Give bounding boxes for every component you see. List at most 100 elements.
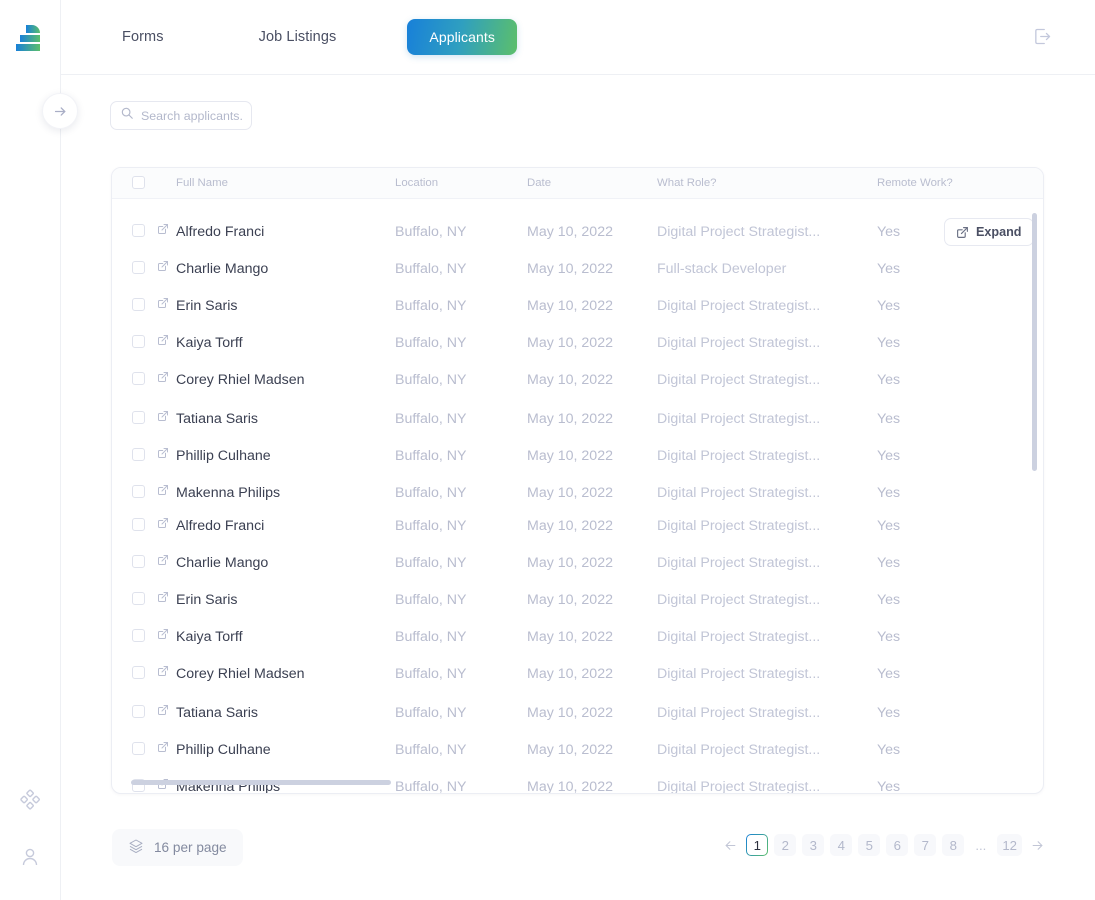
cell-what-role: Digital Project Strategist... bbox=[657, 484, 821, 501]
cell-what-role: Digital Project Strategist... bbox=[657, 704, 821, 721]
table-row[interactable]: Phillip Culhane Buffalo, NY May 10, 2022 Di… bbox=[112, 731, 1043, 768]
row-checkbox[interactable] bbox=[132, 518, 145, 535]
external-link-icon[interactable] bbox=[157, 410, 169, 426]
tab-applicants[interactable]: Applicants bbox=[407, 19, 517, 55]
pagination-page-2[interactable]: 2 bbox=[774, 834, 797, 856]
external-link-icon[interactable] bbox=[157, 371, 169, 387]
table-row[interactable]: Phillip Culhane Buffalo, NY May 10, 2022 Di… bbox=[112, 437, 1043, 474]
pagination-page-6[interactable]: 6 bbox=[886, 834, 909, 856]
row-checkbox[interactable] bbox=[132, 485, 145, 502]
cell-date: May 10, 2022 bbox=[527, 223, 613, 240]
external-link-icon[interactable] bbox=[157, 260, 169, 276]
table-row[interactable]: Corey Rhiel Madsen Buffalo, NY May 10, 202… bbox=[112, 361, 1043, 398]
external-link-icon[interactable] bbox=[157, 591, 169, 607]
table-row[interactable]: Kaiya Torff Buffalo, NY May 10, 2022 Digita… bbox=[112, 618, 1043, 655]
sidebar-expand-button[interactable] bbox=[42, 93, 78, 129]
tab-job-listings[interactable]: Job Listings bbox=[243, 20, 353, 54]
cell-full-name[interactable]: Kaiya Torff bbox=[176, 629, 243, 645]
row-checkbox[interactable] bbox=[132, 411, 145, 428]
table-row[interactable]: Charlie Mango Buffalo, NY May 10, 2022 Digi… bbox=[112, 544, 1043, 581]
logout-icon[interactable] bbox=[1032, 26, 1053, 52]
cell-full-name[interactable]: Corey Rhiel Madsen bbox=[176, 666, 305, 682]
row-checkbox[interactable] bbox=[132, 372, 145, 389]
pagination-page-3[interactable]: 3 bbox=[802, 834, 825, 856]
table-row[interactable]: Makenna Philips Buffalo, NY May 10, 2022 Di… bbox=[112, 474, 1043, 511]
external-link-icon[interactable] bbox=[157, 665, 169, 681]
row-checkbox[interactable] bbox=[132, 224, 145, 241]
external-link-icon[interactable] bbox=[157, 484, 169, 500]
search-input[interactable] bbox=[141, 108, 242, 123]
table-row[interactable]: Corey Rhiel Madsen Buffalo, NY May 10, 202… bbox=[112, 655, 1043, 692]
cell-full-name[interactable]: Tatiana Saris bbox=[176, 705, 258, 721]
table-row[interactable]: Alfredo Franci Buffalo, NY May 10, 2022 Dig… bbox=[112, 507, 1043, 544]
user-icon[interactable] bbox=[15, 842, 45, 872]
external-link-icon[interactable] bbox=[157, 704, 169, 720]
cell-full-name[interactable]: Erin Saris bbox=[176, 298, 238, 314]
cell-full-name[interactable]: Corey Rhiel Madsen bbox=[176, 372, 305, 388]
cell-full-name[interactable]: Charlie Mango bbox=[176, 555, 268, 571]
row-checkbox[interactable] bbox=[132, 742, 145, 759]
table-vertical-scrollbar[interactable] bbox=[1032, 213, 1037, 471]
external-link-icon[interactable] bbox=[157, 741, 169, 757]
pagination-page-7[interactable]: 7 bbox=[914, 834, 937, 856]
pagination-page-4[interactable]: 4 bbox=[830, 834, 853, 856]
app-logo[interactable] bbox=[10, 18, 50, 58]
external-link-icon[interactable] bbox=[157, 223, 169, 239]
column-header-location[interactable]: Location bbox=[395, 177, 438, 189]
table-row[interactable]: Kaiya Torff Buffalo, NY May 10, 2022 Digita… bbox=[112, 324, 1043, 361]
row-checkbox[interactable] bbox=[132, 298, 145, 315]
table-horizontal-scrollbar[interactable] bbox=[131, 780, 391, 785]
pagination-prev-button[interactable] bbox=[721, 838, 740, 853]
cell-full-name[interactable]: Tatiana Saris bbox=[176, 411, 258, 427]
pagination-page-5[interactable]: 5 bbox=[858, 834, 881, 856]
apps-diamond-icon[interactable] bbox=[15, 786, 45, 816]
search-box[interactable] bbox=[110, 101, 252, 130]
row-checkbox[interactable] bbox=[132, 666, 145, 683]
cell-date: May 10, 2022 bbox=[527, 665, 613, 682]
table-row[interactable]: Erin Saris Buffalo, NY May 10, 2022 Digital… bbox=[112, 287, 1043, 324]
row-checkbox[interactable] bbox=[132, 335, 145, 352]
pagination-page-8[interactable]: 8 bbox=[942, 834, 965, 856]
row-checkbox[interactable] bbox=[132, 592, 145, 609]
row-checkbox[interactable] bbox=[132, 261, 145, 278]
row-checkbox[interactable] bbox=[132, 555, 145, 572]
column-header-remote-work[interactable]: Remote Work? bbox=[877, 177, 953, 189]
cell-full-name[interactable]: Alfredo Franci bbox=[176, 224, 264, 240]
layers-icon bbox=[128, 838, 144, 857]
external-link-icon[interactable] bbox=[157, 447, 169, 463]
column-header-date[interactable]: Date bbox=[527, 177, 551, 189]
per-page-selector[interactable]: 16 per page bbox=[112, 829, 243, 866]
pagination-page-12[interactable]: 12 bbox=[997, 834, 1022, 856]
cell-full-name[interactable]: Phillip Culhane bbox=[176, 448, 271, 464]
cell-full-name[interactable]: Alfredo Franci bbox=[176, 518, 264, 534]
external-link-icon[interactable] bbox=[157, 554, 169, 570]
cell-full-name[interactable]: Makenna Philips bbox=[176, 485, 280, 501]
cell-date: May 10, 2022 bbox=[527, 447, 613, 464]
external-link-icon[interactable] bbox=[157, 334, 169, 350]
select-all-checkbox[interactable] bbox=[132, 176, 145, 192]
external-link-icon[interactable] bbox=[157, 297, 169, 313]
table-row[interactable]: Tatiana Saris Buffalo, NY May 10, 2022 Digi… bbox=[112, 400, 1043, 437]
cell-full-name[interactable]: Phillip Culhane bbox=[176, 742, 271, 758]
cell-full-name[interactable]: Charlie Mango bbox=[176, 261, 268, 277]
external-link-icon[interactable] bbox=[157, 628, 169, 644]
cell-full-name[interactable]: Erin Saris bbox=[176, 592, 238, 608]
table-row[interactable]: Alfredo Franci Buffalo, NY May 10, 2022 Dig… bbox=[112, 213, 1043, 250]
table-row[interactable]: Charlie Mango Buffalo, NY May 10, 2022 Full… bbox=[112, 250, 1043, 287]
row-checkbox[interactable] bbox=[132, 629, 145, 646]
column-header-full-name[interactable]: Full Name bbox=[176, 177, 228, 189]
tab-forms[interactable]: Forms bbox=[106, 20, 180, 54]
table-row[interactable]: Erin Saris Buffalo, NY May 10, 2022 Digital… bbox=[112, 581, 1043, 618]
expand-button[interactable]: Expand bbox=[944, 218, 1034, 246]
pagination-next-button[interactable] bbox=[1028, 838, 1047, 853]
column-header-what-role[interactable]: What Role? bbox=[657, 177, 717, 189]
applicants-page: Forms Job Listings Applicants Full Name … bbox=[0, 0, 1095, 900]
row-checkbox[interactable] bbox=[132, 448, 145, 465]
table-row[interactable]: Tatiana Saris Buffalo, NY May 10, 2022 Digi… bbox=[112, 694, 1043, 731]
pagination-page-1[interactable]: 1 bbox=[746, 834, 768, 856]
cell-full-name[interactable]: Kaiya Torff bbox=[176, 335, 243, 351]
row-checkbox[interactable] bbox=[132, 705, 145, 722]
table-body: Alfredo Franci Buffalo, NY May 10, 2022 Dig… bbox=[112, 199, 1043, 793]
external-link-icon[interactable] bbox=[157, 517, 169, 533]
cell-date: May 10, 2022 bbox=[527, 260, 613, 277]
